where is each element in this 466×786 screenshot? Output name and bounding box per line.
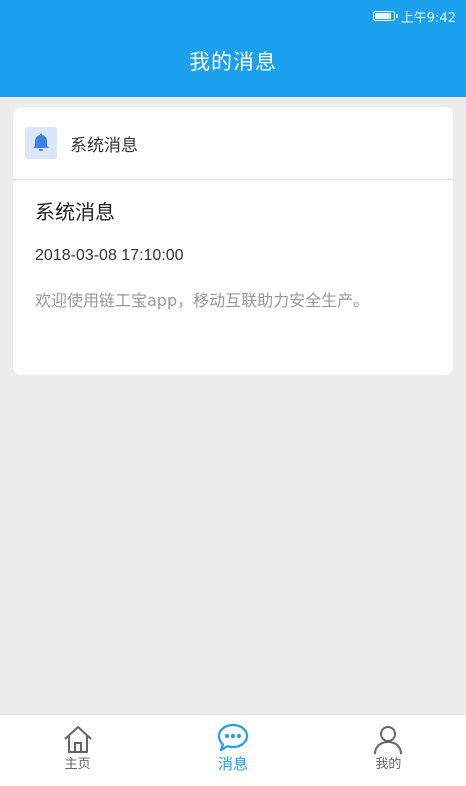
message-category-label: 系统消息 bbox=[70, 135, 138, 156]
chat-icon bbox=[217, 723, 249, 752]
user-icon bbox=[374, 726, 403, 755]
message-timestamp: 2018-03-08 17:10:00 bbox=[35, 247, 184, 264]
status-time: 上午9:42 bbox=[400, 10, 456, 26]
nav-label-messages: 消息 bbox=[217, 755, 248, 773]
header-bar: 上午9:42 我的消息 bbox=[0, 0, 466, 97]
nav-label-home: 主页 bbox=[64, 757, 91, 772]
bottom-nav: 主页 消息 我的 bbox=[0, 714, 466, 786]
message-category-header: 系统消息 bbox=[13, 107, 453, 180]
bell-icon bbox=[25, 127, 57, 159]
status-bar: 上午9:42 bbox=[372, 6, 456, 26]
page-title: 我的消息 bbox=[189, 50, 277, 74]
nav-item-messages[interactable]: 消息 bbox=[155, 715, 310, 786]
app-screen: 上午9:42 我的消息 系统消息 系统消息 2018-03-08 17:10:0… bbox=[0, 0, 466, 786]
nav-item-profile[interactable]: 我的 bbox=[311, 715, 466, 786]
nav-label-profile: 我的 bbox=[375, 757, 402, 772]
message-content: 欢迎使用链工宝app，移动互联助力安全生产。 bbox=[35, 291, 370, 310]
nav-item-home[interactable]: 主页 bbox=[0, 715, 155, 786]
battery-icon bbox=[372, 11, 398, 21]
message-body: 系统消息 2018-03-08 17:10:00 欢迎使用链工宝app，移动互联… bbox=[13, 180, 453, 311]
message-title: 系统消息 bbox=[35, 200, 115, 224]
message-card[interactable]: 系统消息 系统消息 2018-03-08 17:10:00 欢迎使用链工宝app… bbox=[13, 107, 453, 375]
home-icon bbox=[63, 726, 92, 753]
